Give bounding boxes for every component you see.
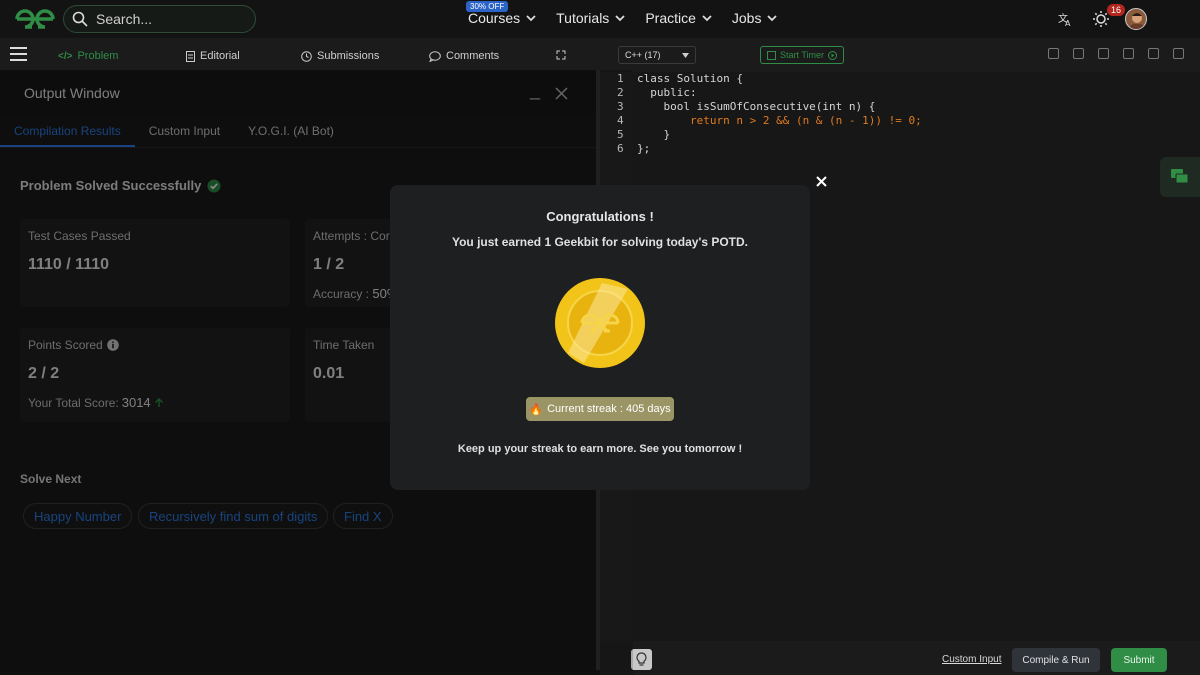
- editor-icons: [1048, 48, 1184, 59]
- timer-icon: [766, 50, 776, 60]
- streak-badge: 🔥 Current streak : 405 days: [526, 397, 674, 421]
- modal-subtitle: You just earned 1 Geekbit for solving to…: [451, 235, 749, 249]
- tab-submissions-label: Submissions: [317, 50, 380, 62]
- reset-icon[interactable]: [1148, 48, 1159, 59]
- submit-button[interactable]: Submit: [1111, 648, 1167, 672]
- editor-toolbar: C++ (17) Start Timer: [600, 38, 1200, 72]
- caret-down-icon: [682, 52, 689, 58]
- search-icon: [72, 11, 88, 27]
- language-value: C++ (17): [625, 50, 661, 60]
- chevron-down-icon: [702, 14, 712, 21]
- translate-icon[interactable]: 文A: [1054, 8, 1076, 30]
- tab-comments[interactable]: Comments: [429, 50, 499, 62]
- top-navbar: 30% OFF Courses Tutorials Practice Jobs …: [0, 0, 1200, 38]
- code-line: public:: [637, 86, 697, 99]
- code-line: }: [637, 128, 671, 141]
- main-menu: Courses Tutorials Practice Jobs: [468, 10, 778, 26]
- code-line: };: [637, 142, 651, 155]
- code-line: class Solution {: [637, 72, 743, 85]
- chevron-down-icon: [526, 14, 536, 21]
- svg-text:A: A: [1065, 19, 1071, 27]
- start-timer-label: Start Timer: [779, 50, 824, 60]
- chevron-down-icon: [615, 14, 625, 21]
- menu-icon[interactable]: [10, 47, 27, 65]
- expand-icon[interactable]: [556, 50, 566, 60]
- document-icon: [186, 50, 195, 62]
- clock-icon: [301, 50, 312, 62]
- code-line: return n > 2 && (n & (n - 1)) != 0;: [637, 114, 922, 127]
- menu-jobs-label: Jobs: [731, 10, 762, 26]
- custom-input-link[interactable]: Custom Input: [942, 654, 1001, 665]
- notification-count: 16: [1107, 4, 1126, 16]
- fire-icon: 🔥: [529, 403, 544, 416]
- editor-footer: Custom Input Compile & Run Submit: [600, 641, 1200, 675]
- settings-icon[interactable]: [1123, 48, 1134, 59]
- comment-icon: [429, 50, 441, 62]
- start-timer-button[interactable]: Start Timer: [760, 46, 844, 64]
- geekbit-coin-icon: [555, 278, 645, 368]
- close-icon[interactable]: [816, 176, 827, 187]
- menu-practice[interactable]: Practice: [645, 10, 712, 26]
- tab-editorial[interactable]: Editorial: [186, 50, 240, 62]
- streak-text: Current streak : 405 days: [547, 403, 671, 415]
- problem-tabs: </> Problem Editorial Submissions Comment…: [0, 38, 600, 72]
- import-icon[interactable]: [1098, 48, 1109, 59]
- menu-jobs[interactable]: Jobs: [732, 10, 778, 26]
- menu-tutorials-label: Tutorials: [556, 10, 610, 26]
- menu-courses-label: Courses: [468, 10, 521, 26]
- modal-title: Congratulations !: [546, 209, 654, 224]
- menu-tutorials[interactable]: Tutorials: [556, 10, 625, 26]
- chevron-down-icon: [767, 14, 778, 21]
- fullscreen-icon[interactable]: [1173, 48, 1184, 59]
- geekbit-modal: Congratulations ! You just earned 1 Geek…: [390, 176, 827, 490]
- language-select[interactable]: C++ (17): [618, 46, 696, 64]
- menu-practice-label: Practice: [645, 10, 696, 26]
- play-icon: [828, 50, 837, 60]
- tab-comments-label: Comments: [446, 50, 500, 62]
- avatar[interactable]: [1125, 8, 1147, 30]
- compile-run-button[interactable]: Compile & Run: [1012, 648, 1100, 672]
- search-input[interactable]: [96, 11, 246, 27]
- format-icon[interactable]: [1048, 48, 1059, 59]
- modal-footer-text: Keep up your streak to earn more. See yo…: [457, 443, 743, 455]
- tab-editorial-label: Editorial: [200, 50, 240, 62]
- search-box[interactable]: [63, 5, 256, 33]
- tab-submissions[interactable]: Submissions: [301, 50, 379, 62]
- tab-problem-label: Problem: [77, 50, 119, 62]
- code-icon: </>: [58, 50, 73, 62]
- chat-icon[interactable]: [1160, 157, 1200, 197]
- gfg-logo-icon[interactable]: [14, 6, 56, 32]
- copy-icon[interactable]: [1073, 48, 1084, 59]
- menu-courses[interactable]: Courses: [468, 10, 536, 26]
- code-line: bool isSumOfConsecutive(int n) {: [637, 100, 876, 113]
- tab-problem[interactable]: </> Problem: [58, 50, 118, 62]
- lightbulb-icon[interactable]: [631, 649, 652, 670]
